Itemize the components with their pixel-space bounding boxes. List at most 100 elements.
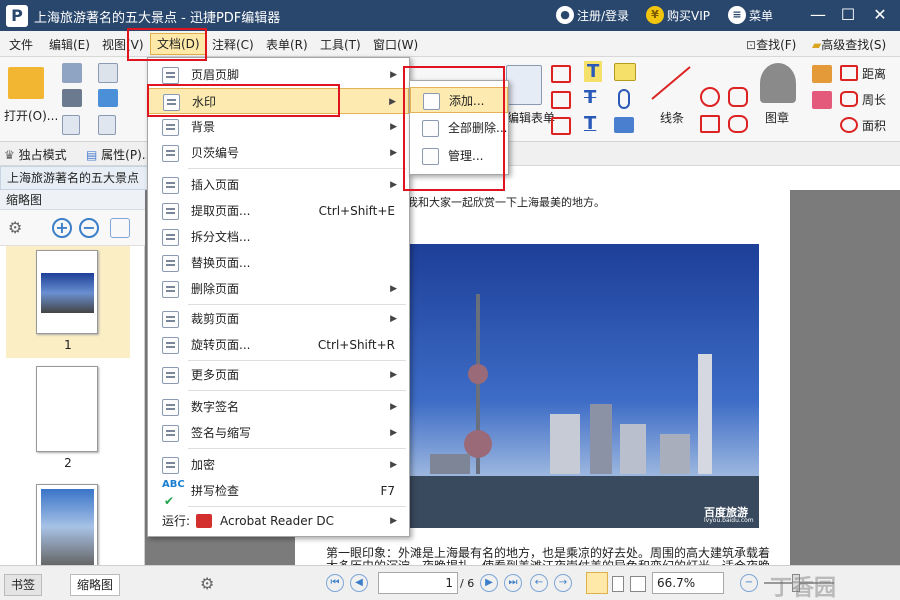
document-tab[interactable]: 上海旅游著名的五大景点 × <box>0 166 148 190</box>
back-icon[interactable]: ← <box>530 574 548 592</box>
menu-comment[interactable]: 注释(C) <box>212 36 254 53</box>
menu-item-replace-pages[interactable]: 替换页面... <box>148 250 409 276</box>
advanced-find-button[interactable]: ▰高级查找(S) <box>812 36 886 53</box>
open-label[interactable]: 打开(O)... <box>4 107 58 124</box>
perimeter-label[interactable]: 周长 <box>862 91 886 108</box>
highlighter-icon[interactable] <box>812 65 832 83</box>
rotate-icon[interactable] <box>110 218 130 238</box>
perimeter-icon[interactable] <box>840 91 858 107</box>
email-icon[interactable] <box>98 63 118 83</box>
typewriter-icon[interactable]: T <box>584 61 603 82</box>
menu-view[interactable]: 视图(V) <box>102 36 144 53</box>
menu-item-split-document[interactable]: 拆分文档... <box>148 224 409 250</box>
watermark-add[interactable]: 添加... <box>410 87 508 113</box>
text-box-icon[interactable] <box>551 91 571 109</box>
zoom-out-icon[interactable]: − <box>79 218 99 238</box>
thumbnail-item-2[interactable]: 2 <box>6 362 130 472</box>
tab-bookmarks[interactable]: 书签 <box>4 574 43 596</box>
menu-item-delete-pages[interactable]: 删除页面 ▶ <box>148 276 409 302</box>
zoom-in-icon[interactable]: + <box>52 218 72 238</box>
two-page-icon[interactable] <box>630 576 646 592</box>
menu-item-encrypt[interactable]: 加密 ▶ <box>148 452 409 478</box>
next-page-icon[interactable]: ▶ <box>480 574 498 592</box>
login-button[interactable]: ● 注册/登录 <box>556 6 629 24</box>
close-window-button[interactable]: ✕ <box>868 4 892 26</box>
area-label[interactable]: 面积 <box>862 117 886 134</box>
menu-item-watermark[interactable]: 水印 ▶ <box>148 88 409 114</box>
stamp-label[interactable]: 图章 <box>765 109 789 126</box>
tab-thumbnails[interactable]: 缩略图 <box>70 574 121 596</box>
app-menu-button[interactable]: ≡ 菜单 <box>728 6 773 24</box>
polygon-icon[interactable] <box>728 87 748 107</box>
line-tool-icon[interactable] <box>648 63 694 103</box>
scan-icon[interactable] <box>98 89 118 107</box>
last-page-icon[interactable]: ⏭ <box>504 574 522 592</box>
edit-form-label[interactable]: 编辑表单 <box>507 109 555 126</box>
find-button[interactable]: ⊡查找(F) <box>746 36 796 53</box>
zoom-select[interactable]: 66.7% <box>652 572 724 594</box>
distance-label[interactable]: 距离 <box>862 65 886 82</box>
exclusive-mode-button[interactable]: ♛ 独占模式 <box>4 146 67 163</box>
menu-item-bates-numbering[interactable]: 贝茨编号 ▶ <box>148 140 409 166</box>
menu-item-background[interactable]: 背景 ▶ <box>148 114 409 140</box>
thumbnail-page-3[interactable] <box>36 484 98 570</box>
menu-edit[interactable]: 编辑(E) <box>49 36 90 53</box>
first-page-icon[interactable]: ⏮ <box>326 574 344 592</box>
form-field-icon[interactable] <box>551 65 571 83</box>
menu-item-extract-pages[interactable]: 提取页面... Ctrl+Shift+E <box>148 198 409 224</box>
callout-icon[interactable] <box>551 117 571 135</box>
sound-icon[interactable] <box>614 117 634 133</box>
area-icon[interactable] <box>840 117 858 133</box>
gear-icon[interactable]: ⚙ <box>8 218 22 237</box>
menu-item-more-pages[interactable]: 更多页面 ▶ <box>148 362 409 388</box>
menu-item-crop-pages[interactable]: 裁剪页面 ▶ <box>148 306 409 332</box>
page-number-input[interactable]: 1 <box>378 572 458 594</box>
menu-form[interactable]: 表单(R) <box>266 36 308 53</box>
menu-item-run[interactable]: 运行: Acrobat Reader DC ▶ <box>148 508 409 534</box>
settings-gear-icon[interactable]: ⚙ <box>200 574 214 593</box>
note-icon[interactable] <box>614 63 636 81</box>
print-icon[interactable] <box>62 89 82 107</box>
menu-item-rotate-pages[interactable]: 旋转页面... Ctrl+Shift+R <box>148 332 409 358</box>
edit-form-icon[interactable] <box>506 65 542 105</box>
cloud-icon[interactable] <box>728 115 748 133</box>
menu-item-digital-signature[interactable]: 数字签名 ▶ <box>148 394 409 420</box>
menu-item-spell-check[interactable]: ABC ✔ 拼写检查 F7 <box>148 478 409 508</box>
export-icon[interactable] <box>62 115 80 135</box>
minimize-button[interactable]: — <box>806 4 830 26</box>
menu-tools[interactable]: 工具(T) <box>320 36 361 53</box>
thumbnail-item-3[interactable] <box>6 480 130 570</box>
prev-page-icon[interactable]: ◀ <box>350 574 368 592</box>
line-label[interactable]: 线条 <box>660 109 684 126</box>
forward-icon[interactable]: → <box>554 574 572 592</box>
menu-item-insert-pages[interactable]: 插入页面 ▶ <box>148 172 409 198</box>
strikeout-text-icon[interactable]: T <box>584 87 596 108</box>
zoom-out-button[interactable]: − <box>740 574 758 592</box>
continuous-page-icon[interactable] <box>612 576 624 592</box>
properties-button[interactable]: ▤ 属性(P)... <box>86 146 153 163</box>
open-folder-icon[interactable] <box>8 67 44 99</box>
menu-item-sign-initials[interactable]: 签名与缩写 ▶ <box>148 420 409 446</box>
buy-vip-button[interactable]: ¥ 购买VIP <box>646 6 710 24</box>
new-document-icon[interactable] <box>98 115 116 135</box>
rectangle-icon[interactable] <box>700 115 720 133</box>
underline-text-icon[interactable]: T <box>584 113 596 134</box>
eraser-icon[interactable] <box>812 91 832 109</box>
watermark-manage[interactable]: 管理... <box>410 143 508 169</box>
thumbnail-page-1[interactable] <box>36 250 98 334</box>
menu-item-header-footer[interactable]: 页眉页脚 ▶ <box>148 62 409 88</box>
save-icon[interactable] <box>62 63 82 83</box>
stamp-icon[interactable] <box>760 63 796 103</box>
menu-file[interactable]: 文件 <box>9 36 33 53</box>
ellipse-icon[interactable] <box>700 87 720 107</box>
distance-icon[interactable] <box>840 65 858 81</box>
menu-window[interactable]: 窗口(W) <box>373 36 418 53</box>
menu-document[interactable]: 文档(D) <box>150 33 207 55</box>
skyline-silhouette <box>410 294 759 528</box>
watermark-delete-all[interactable]: 全部删除... <box>410 115 508 141</box>
single-page-icon[interactable] <box>586 572 608 594</box>
attachment-icon[interactable] <box>618 89 630 109</box>
thumbnail-item-1[interactable]: 1 <box>6 246 130 358</box>
thumbnail-page-2[interactable] <box>36 366 98 452</box>
maximize-button[interactable]: ☐ <box>836 4 860 26</box>
